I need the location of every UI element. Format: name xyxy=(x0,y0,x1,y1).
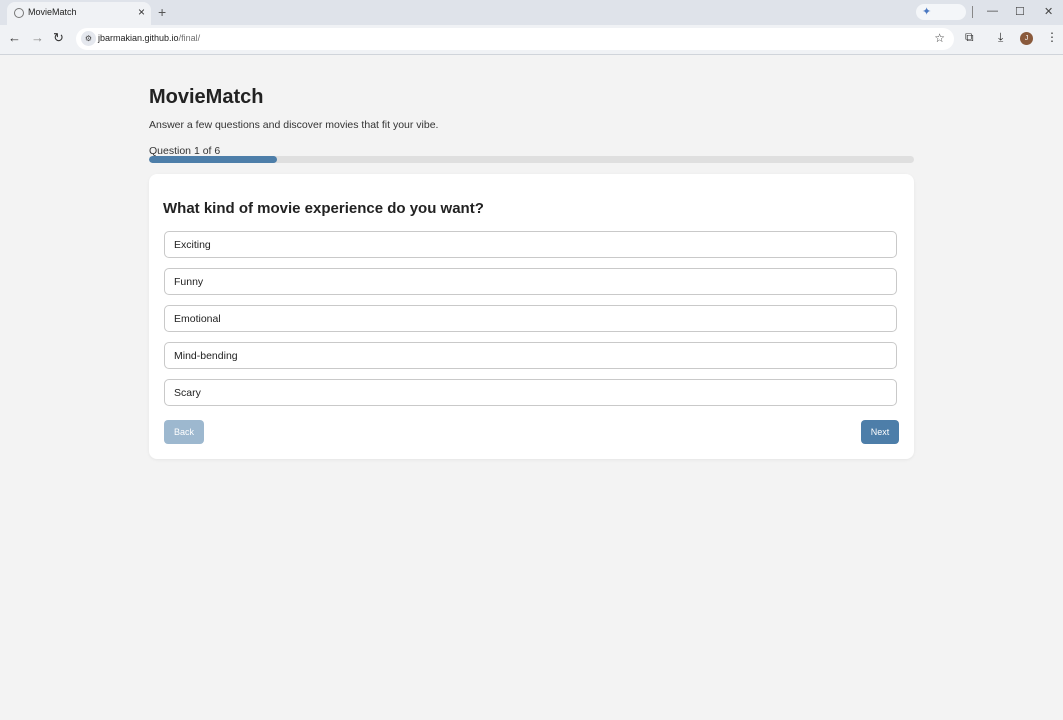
browser-toolbar: ← → ↻ ⚙ jbarmakian.github.io/final/ ☆ ⧉ … xyxy=(0,25,1063,55)
maximize-button[interactable]: ☐ xyxy=(1015,5,1025,18)
menu-icon[interactable]: ⋮ xyxy=(1046,30,1058,44)
option-exciting[interactable]: Exciting xyxy=(164,231,897,258)
minimize-button[interactable]: — xyxy=(987,5,998,17)
option-mind-bending[interactable]: Mind-bending xyxy=(164,342,897,369)
page-subtitle: Answer a few questions and discover movi… xyxy=(149,119,439,131)
extensions-icon[interactable]: ⧉ xyxy=(965,30,974,45)
profile-avatar[interactable]: J xyxy=(1020,32,1033,45)
progress-fill xyxy=(149,156,277,163)
gemini-button[interactable]: ✦ xyxy=(916,4,966,20)
back-arrow-icon[interactable]: ← xyxy=(8,31,21,45)
sparkle-icon: ✦ xyxy=(922,6,932,18)
back-button[interactable]: Back xyxy=(164,420,204,444)
option-funny[interactable]: Funny xyxy=(164,268,897,295)
question-text: What kind of movie experience do you wan… xyxy=(163,200,484,217)
progress-bar xyxy=(149,156,914,163)
url-host: jbarmakian.github.io xyxy=(98,33,179,43)
forward-arrow-icon[interactable]: → xyxy=(31,31,44,45)
tab-strip: MovieMatch × + ✦ — ☐ ✕ xyxy=(0,0,1063,25)
separator xyxy=(972,6,973,18)
address-bar[interactable]: ⚙ jbarmakian.github.io/final/ ☆ xyxy=(76,28,954,50)
download-icon[interactable]: ⤓ xyxy=(998,30,1003,45)
bookmark-star-icon[interactable]: ☆ xyxy=(934,31,945,45)
close-window-button[interactable]: ✕ xyxy=(1044,5,1053,18)
question-card: What kind of movie experience do you wan… xyxy=(149,174,914,459)
tab-title: MovieMatch xyxy=(28,7,77,17)
tab-close-icon[interactable]: × xyxy=(138,5,145,19)
reload-icon[interactable]: ↻ xyxy=(53,31,64,45)
page-content: MovieMatch Answer a few questions and di… xyxy=(0,55,1063,720)
option-scary[interactable]: Scary xyxy=(164,379,897,406)
url-path: /final/ xyxy=(178,33,201,43)
next-button[interactable]: Next xyxy=(861,420,899,444)
globe-icon xyxy=(14,8,24,18)
page-title: MovieMatch xyxy=(149,86,264,108)
new-tab-button[interactable]: + xyxy=(158,4,166,20)
url-text[interactable]: jbarmakian.github.io/final/ xyxy=(98,33,200,43)
site-info-icon[interactable]: ⚙ xyxy=(81,31,96,46)
option-emotional[interactable]: Emotional xyxy=(164,305,897,332)
tab-moviematch[interactable]: MovieMatch × xyxy=(7,2,151,25)
browser-chrome: MovieMatch × + ✦ — ☐ ✕ ← → ↻ ⚙ jbarmakia… xyxy=(0,0,1063,55)
